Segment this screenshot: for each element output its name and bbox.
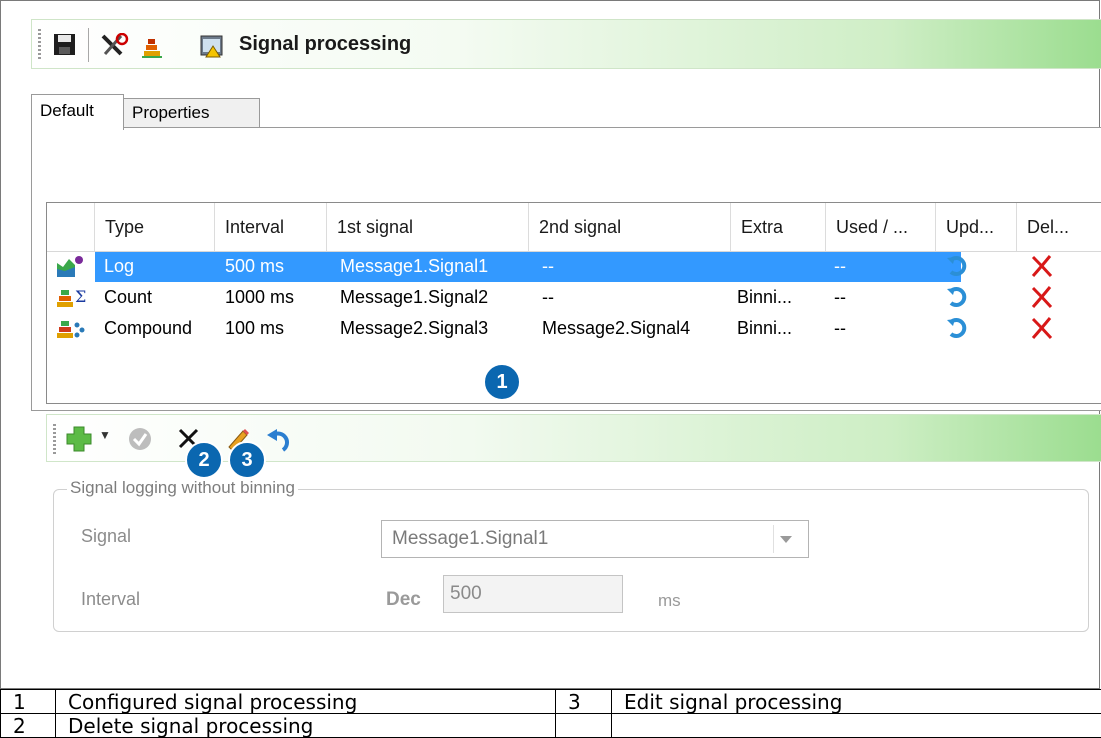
cell-interval: 500 ms [225,256,285,276]
column-header-type[interactable]: Type [95,203,215,251]
table-row[interactable]: Compound 100 ms Message2.Signal3 Message… [47,313,1101,344]
legend-text: Edit signal processing [611,689,1101,714]
table-row[interactable]: Log 500 ms Message1.Signal1 -- -- [47,251,1101,282]
legend-text [611,713,1101,738]
table-header: Type Interval 1st signal 2nd signal Extr… [47,203,1101,252]
cell-type: Count [104,287,153,307]
undo-icon[interactable] [265,425,295,453]
signal-processing-table: Type Interval 1st signal 2nd signal Extr… [46,202,1101,404]
apply-icon[interactable] [127,425,157,453]
cell-extra: Binni... [737,318,793,338]
combo-divider [773,525,774,553]
cell-1st-signal: Message1.Signal2 [340,287,489,307]
column-header-delete[interactable]: Del... [1017,203,1101,251]
delete-icon[interactable] [1029,253,1055,279]
tab-default[interactable]: Default [31,94,124,130]
cell-extra: Binni... [737,287,793,307]
interval-label: Interval [81,589,141,609]
toolbar-grip[interactable] [38,29,41,61]
cell-1st-signal: Message2.Signal3 [340,318,489,338]
signal-label: Signal [81,526,132,546]
cell-2nd-signal: -- [542,287,554,307]
interval-format-label[interactable]: Dec [386,589,421,611]
interval-unit: ms [658,591,681,610]
signal-select-value: Message1.Signal1 [392,528,549,549]
interval-input[interactable]: 500 [443,575,623,613]
cell-1st-signal: Message1.Signal1 [340,256,489,276]
delete-icon[interactable] [1029,284,1055,310]
cell-type: Compound [104,318,193,338]
column-header-2nd-signal[interactable]: 2nd signal [529,203,731,251]
signal-processing-window: Signal processing Default Properties Typ… [0,0,1101,689]
legend-number [555,713,612,738]
column-header-interval[interactable]: Interval [215,203,327,251]
save-icon[interactable] [52,33,78,57]
cell-2nd-signal: Message2.Signal4 [542,318,691,338]
legend-row: 2 Delete signal processing [0,713,1101,738]
count-type-icon: Σ [55,286,89,310]
callout-2: 2 [185,441,223,479]
column-header-used[interactable]: Used / ... [826,203,936,251]
chart-icon[interactable] [138,33,164,58]
cell-type: Log [104,256,135,276]
legend-table: 1 Configured signal processing 3 Edit si… [0,689,1101,738]
chevron-down-icon[interactable]: ▼ [99,428,111,442]
signal-select[interactable]: Message1.Signal1 [381,520,809,558]
delete-icon[interactable] [1029,315,1055,341]
legend-text: Configured signal processing [55,689,556,714]
cell-used: -- [834,318,846,338]
update-icon[interactable] [945,253,971,279]
callout-1: 1 [483,363,521,401]
update-icon[interactable] [945,284,971,310]
cell-2nd-signal: -- [542,256,554,276]
legend-number: 1 [0,689,56,714]
signal-window-icon[interactable] [199,33,225,58]
update-icon[interactable] [945,315,971,341]
chevron-down-icon[interactable] [780,536,792,543]
toolbar-separator [88,28,89,62]
legend-row: 1 Configured signal processing 3 Edit si… [0,689,1101,714]
cell-interval: 100 ms [225,318,285,338]
column-header-update[interactable]: Upd... [936,203,1017,251]
page-title: Signal processing [239,33,412,55]
table-row[interactable]: Σ Count 1000 ms Message1.Signal2 -- Binn… [47,282,1101,313]
column-header-extra[interactable]: Extra [731,203,826,251]
compound-type-icon [55,317,89,341]
legend-number: 3 [555,689,612,714]
toolbar-grip[interactable] [53,424,56,454]
legend-number: 2 [0,713,56,738]
group-title: Signal logging without binning [67,478,298,498]
cell-used: -- [834,256,846,276]
log-type-icon [55,255,89,279]
title-toolbar: Signal processing [31,19,1101,69]
interval-input-value: 500 [450,583,482,604]
callout-3: 3 [228,441,266,479]
header-icon-column [47,203,95,251]
cell-interval: 1000 ms [225,287,295,307]
legend-text: Delete signal processing [55,713,556,738]
svg-text:Σ: Σ [75,287,86,306]
tab-properties[interactable]: Properties [123,98,260,128]
cell-used: -- [834,287,846,307]
tools-icon[interactable] [99,32,129,57]
column-header-1st-signal[interactable]: 1st signal [327,203,529,251]
add-icon[interactable] [65,425,95,453]
